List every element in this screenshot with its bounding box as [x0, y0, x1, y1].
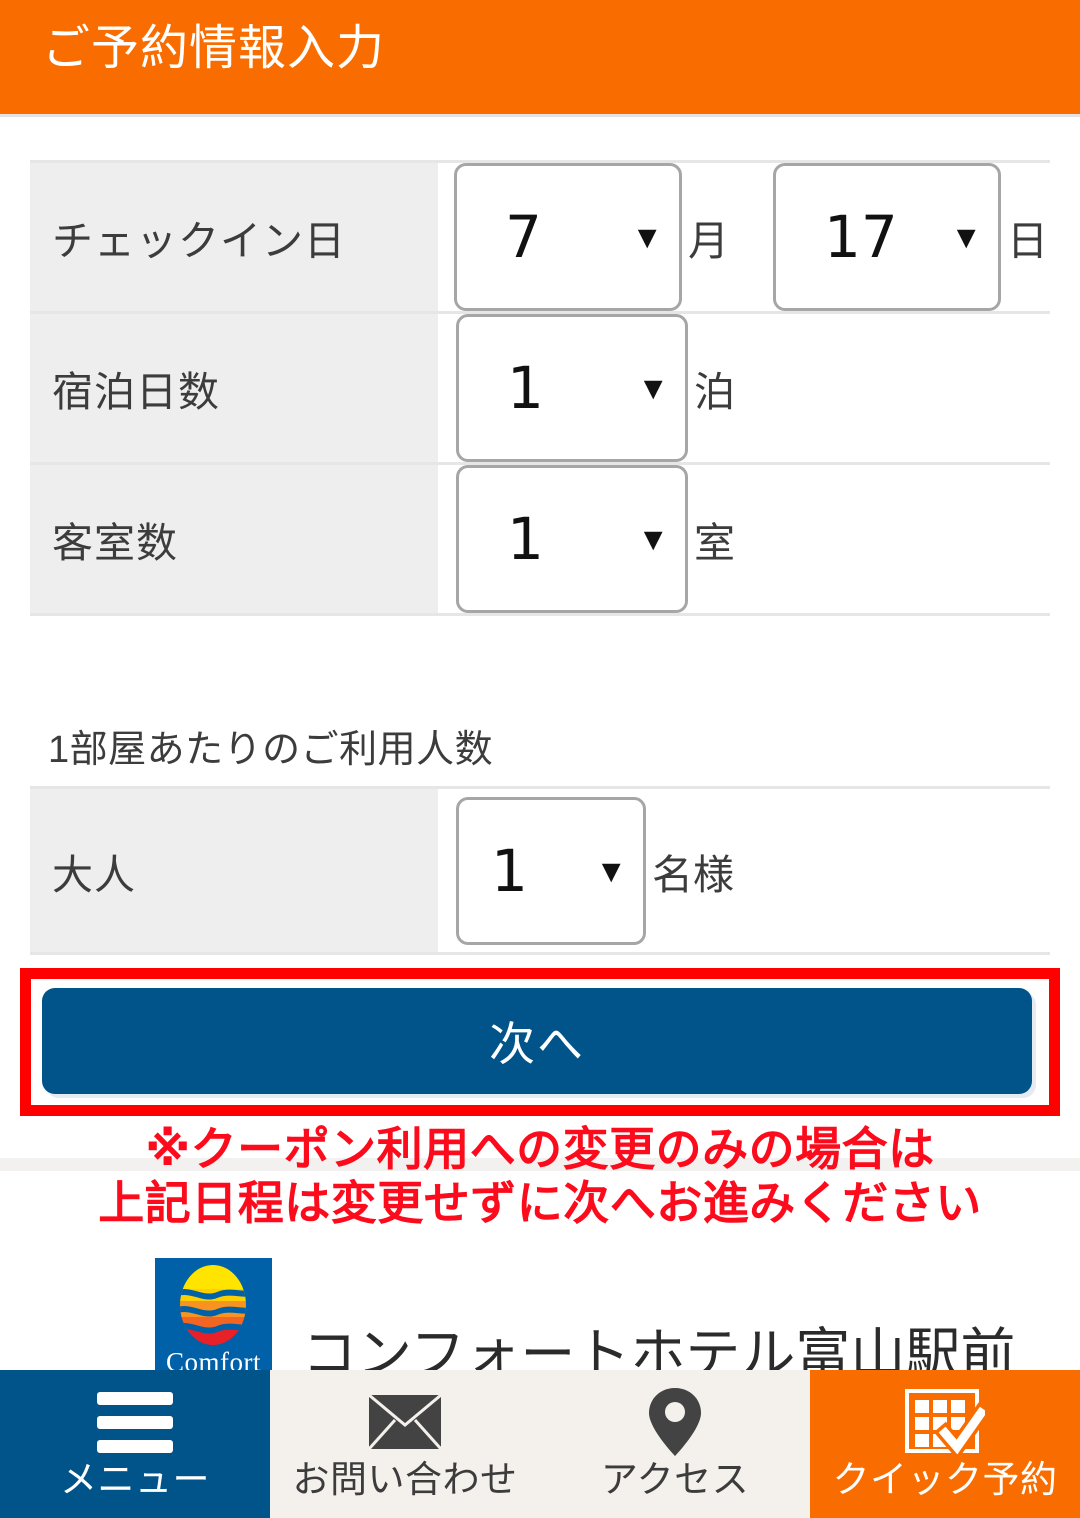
reservation-page: ご予約情報入力 チェックイン日 7 ▼ 月 17 ▼ 日 宿泊日数 1 ▼ 泊 …	[0, 0, 1080, 1518]
adults-select[interactable]: 1 ▼	[456, 796, 646, 945]
coupon-notice: ※クーポン利用への変更のみの場合は 上記日程は変更せずに次へお進みください	[0, 1122, 1080, 1230]
select-value: 17	[824, 203, 898, 271]
nav-label: メニュー	[60, 1459, 210, 1500]
nav-label: アクセス	[600, 1459, 750, 1500]
nav-item-menu[interactable]: メニュー	[0, 1370, 270, 1518]
chevron-down-icon: ▼	[637, 370, 669, 406]
row-label-cell: 大人	[30, 789, 438, 952]
brand-block: Comfort コンフォートホテル富山駅前	[155, 1258, 1015, 1384]
nav-item-access[interactable]: アクセス	[540, 1370, 810, 1518]
checkin-day-unit: 日	[1007, 218, 1048, 264]
row-label-cell: 客室数	[30, 465, 438, 613]
form-row-rooms: 客室数 1 ▼ 室	[30, 462, 1050, 616]
notice-line-2: 上記日程は変更せずに次へお進みください	[98, 1177, 982, 1229]
header-divider	[0, 114, 1080, 117]
rooms-unit: 室	[694, 520, 735, 566]
row-value-cell: 7 ▼ 月 17 ▼ 日	[438, 163, 1050, 311]
row-label-cell: 宿泊日数	[30, 314, 438, 462]
form-row-checkin-date: チェックイン日 7 ▼ 月 17 ▼ 日	[30, 160, 1050, 311]
select-value: 1	[507, 505, 544, 573]
row-label: 宿泊日数	[52, 369, 220, 415]
row-label: 大人	[52, 851, 136, 898]
hamburger-icon	[97, 1386, 173, 1458]
map-pin-icon	[645, 1386, 705, 1458]
row-label: チェックイン日	[52, 218, 346, 264]
page-title: ご予約情報入力	[42, 22, 386, 75]
nav-item-quick-reserve[interactable]: クイック予約	[810, 1370, 1080, 1518]
chevron-down-icon: ▼	[950, 219, 982, 255]
nights-unit: 泊	[694, 369, 735, 415]
row-label-cell: チェックイン日	[30, 163, 438, 311]
envelope-icon	[368, 1386, 442, 1458]
checkin-day-select[interactable]: 17 ▼	[773, 163, 1001, 311]
row-value-cell: 1 ▼ 名様	[438, 789, 1050, 952]
calendar-check-icon	[905, 1386, 985, 1458]
nav-label: クイック予約	[832, 1459, 1058, 1500]
nights-select[interactable]: 1 ▼	[456, 314, 688, 462]
form-row-nights: 宿泊日数 1 ▼ 泊	[30, 311, 1050, 462]
row-value-cell: 1 ▼ 室	[438, 465, 1050, 613]
form-row-adults: 大人 1 ▼ 名様	[30, 786, 1050, 955]
row-value-cell: 1 ▼ 泊	[438, 314, 1050, 462]
chevron-down-icon: ▼	[637, 521, 669, 557]
next-button[interactable]: 次へ	[42, 988, 1032, 1094]
next-button-label: 次へ	[489, 1018, 585, 1070]
select-value: 7	[505, 203, 542, 271]
select-value: 1	[507, 354, 544, 422]
nav-item-contact[interactable]: お問い合わせ	[270, 1370, 540, 1518]
chevron-down-icon: ▼	[631, 219, 663, 255]
checkin-month-select[interactable]: 7 ▼	[454, 163, 682, 311]
reservation-form-table: チェックイン日 7 ▼ 月 17 ▼ 日 宿泊日数 1 ▼ 泊 客室数 1 ▼ …	[30, 160, 1050, 616]
rooms-select[interactable]: 1 ▼	[456, 465, 688, 613]
adults-unit: 名様	[652, 851, 734, 898]
app-header: ご予約情報入力	[0, 0, 1080, 114]
comfort-logo-icon: Comfort	[155, 1258, 272, 1378]
select-value: 1	[491, 836, 528, 905]
occupancy-caption: 1部屋あたりのご利用人数	[48, 729, 494, 771]
nav-label: お問い合わせ	[292, 1459, 518, 1500]
row-label: 客室数	[52, 520, 178, 566]
occupancy-table: 大人 1 ▼ 名様	[30, 786, 1050, 955]
checkin-month-unit: 月	[688, 218, 729, 264]
notice-line-1: ※クーポン利用への変更のみの場合は	[145, 1123, 935, 1175]
chevron-down-icon: ▼	[595, 852, 627, 889]
bottom-nav: メニュー お問い合わせ アクセス クイック予約	[0, 1370, 1080, 1518]
